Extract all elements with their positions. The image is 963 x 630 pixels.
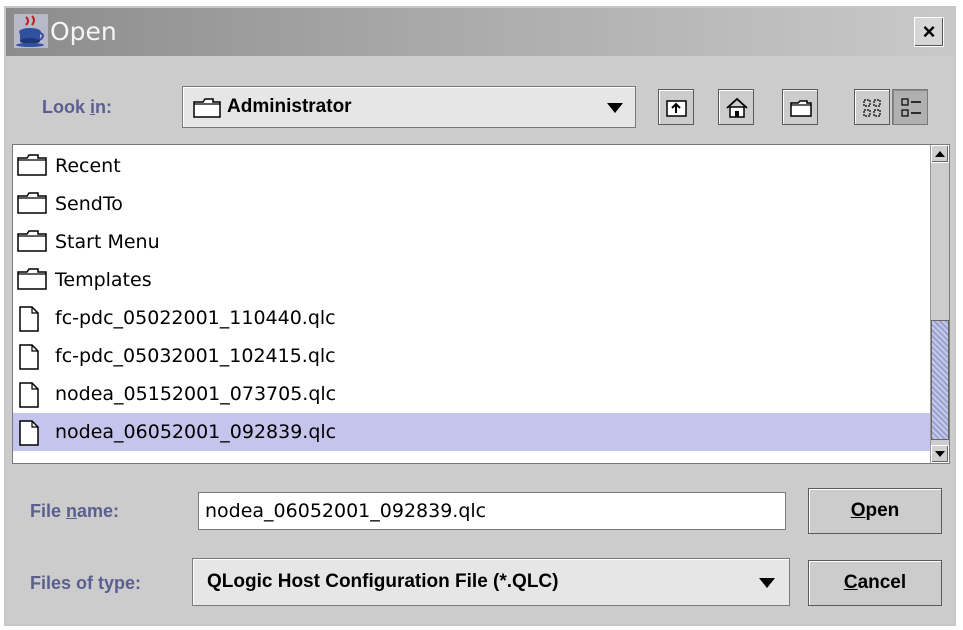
open-button[interactable]: Open bbox=[808, 488, 942, 534]
look-in-label: Look in: bbox=[42, 97, 113, 117]
up-one-level-button[interactable] bbox=[658, 89, 694, 125]
vertical-scrollbar[interactable] bbox=[930, 145, 949, 463]
file-row[interactable]: nodea_05152001_073705.qlc bbox=[13, 375, 933, 413]
file-icon bbox=[19, 306, 39, 332]
file-name-input[interactable] bbox=[205, 498, 775, 524]
arrow-up-icon bbox=[935, 151, 945, 157]
new-folder-icon bbox=[790, 100, 812, 117]
list-view-icon bbox=[863, 99, 881, 117]
file-icon bbox=[19, 420, 39, 446]
chevron-down-icon bbox=[607, 103, 623, 113]
files-of-type-label: Files of type: bbox=[30, 573, 142, 593]
file-name-field[interactable] bbox=[198, 492, 786, 530]
open-dialog: Open × Look in: Administrator Recent Sen… bbox=[4, 6, 956, 626]
close-icon: × bbox=[922, 19, 936, 44]
java-cup-icon bbox=[14, 14, 48, 48]
home-button[interactable] bbox=[718, 89, 754, 125]
chevron-down-icon bbox=[759, 578, 775, 588]
details-view-icon bbox=[901, 98, 921, 117]
look-in-value: Administrator bbox=[227, 96, 352, 117]
details-view-button[interactable] bbox=[892, 89, 928, 125]
file-row-label: fc-pdc_05022001_110440.qlc bbox=[55, 307, 336, 329]
scroll-down-button[interactable] bbox=[931, 445, 949, 463]
file-row[interactable]: fc-pdc_05022001_110440.qlc bbox=[13, 299, 933, 337]
folder-row[interactable]: Recent bbox=[13, 147, 933, 185]
file-row-label: Recent bbox=[55, 155, 121, 177]
file-icon bbox=[19, 382, 39, 408]
title-bar[interactable]: Open × bbox=[6, 8, 954, 56]
scroll-up-button[interactable] bbox=[931, 145, 949, 163]
folder-icon bbox=[17, 268, 47, 290]
folder-icon bbox=[17, 154, 47, 176]
scroll-thumb[interactable] bbox=[931, 320, 949, 440]
folder-icon bbox=[17, 230, 47, 252]
list-view-button[interactable] bbox=[854, 89, 890, 125]
file-row[interactable]: nodea_06052001_092839.qlc bbox=[13, 413, 933, 451]
file-row-label: nodea_06052001_092839.qlc bbox=[55, 421, 337, 443]
window-title: Open bbox=[50, 17, 117, 46]
files-of-type-combo[interactable]: QLogic Host Configuration File (*.QLC) bbox=[192, 558, 790, 606]
file-list[interactable]: Recent SendTo Start Menu Templates fc-pdc_05… bbox=[12, 144, 950, 464]
folder-row[interactable]: Templates bbox=[13, 261, 933, 299]
folder-row[interactable]: SendTo bbox=[13, 185, 933, 223]
arrow-down-icon bbox=[935, 451, 945, 457]
home-icon bbox=[726, 97, 748, 118]
new-folder-button[interactable] bbox=[782, 89, 818, 125]
file-row-label: nodea_05152001_073705.qlc bbox=[55, 383, 337, 405]
folder-row[interactable]: Start Menu bbox=[13, 223, 933, 261]
file-row-label: Start Menu bbox=[55, 231, 160, 253]
file-name-label: File name: bbox=[30, 501, 120, 521]
file-icon bbox=[19, 344, 39, 370]
close-button[interactable]: × bbox=[914, 17, 944, 47]
cancel-button[interactable]: Cancel bbox=[808, 560, 942, 606]
file-row-label: Templates bbox=[55, 269, 152, 291]
file-row-label: fc-pdc_05032001_102415.qlc bbox=[55, 345, 336, 367]
folder-icon bbox=[17, 192, 47, 214]
file-row[interactable]: fc-pdc_05032001_102415.qlc bbox=[13, 337, 933, 375]
folder-icon bbox=[193, 98, 221, 118]
file-name-label-mnemonic: n bbox=[66, 501, 78, 521]
up-one-level-icon bbox=[666, 100, 687, 117]
look-in-combo[interactable]: Administrator bbox=[182, 86, 636, 128]
file-row-label: SendTo bbox=[55, 193, 123, 215]
files-of-type-value: QLogic Host Configuration File (*.QLC) bbox=[207, 571, 559, 592]
